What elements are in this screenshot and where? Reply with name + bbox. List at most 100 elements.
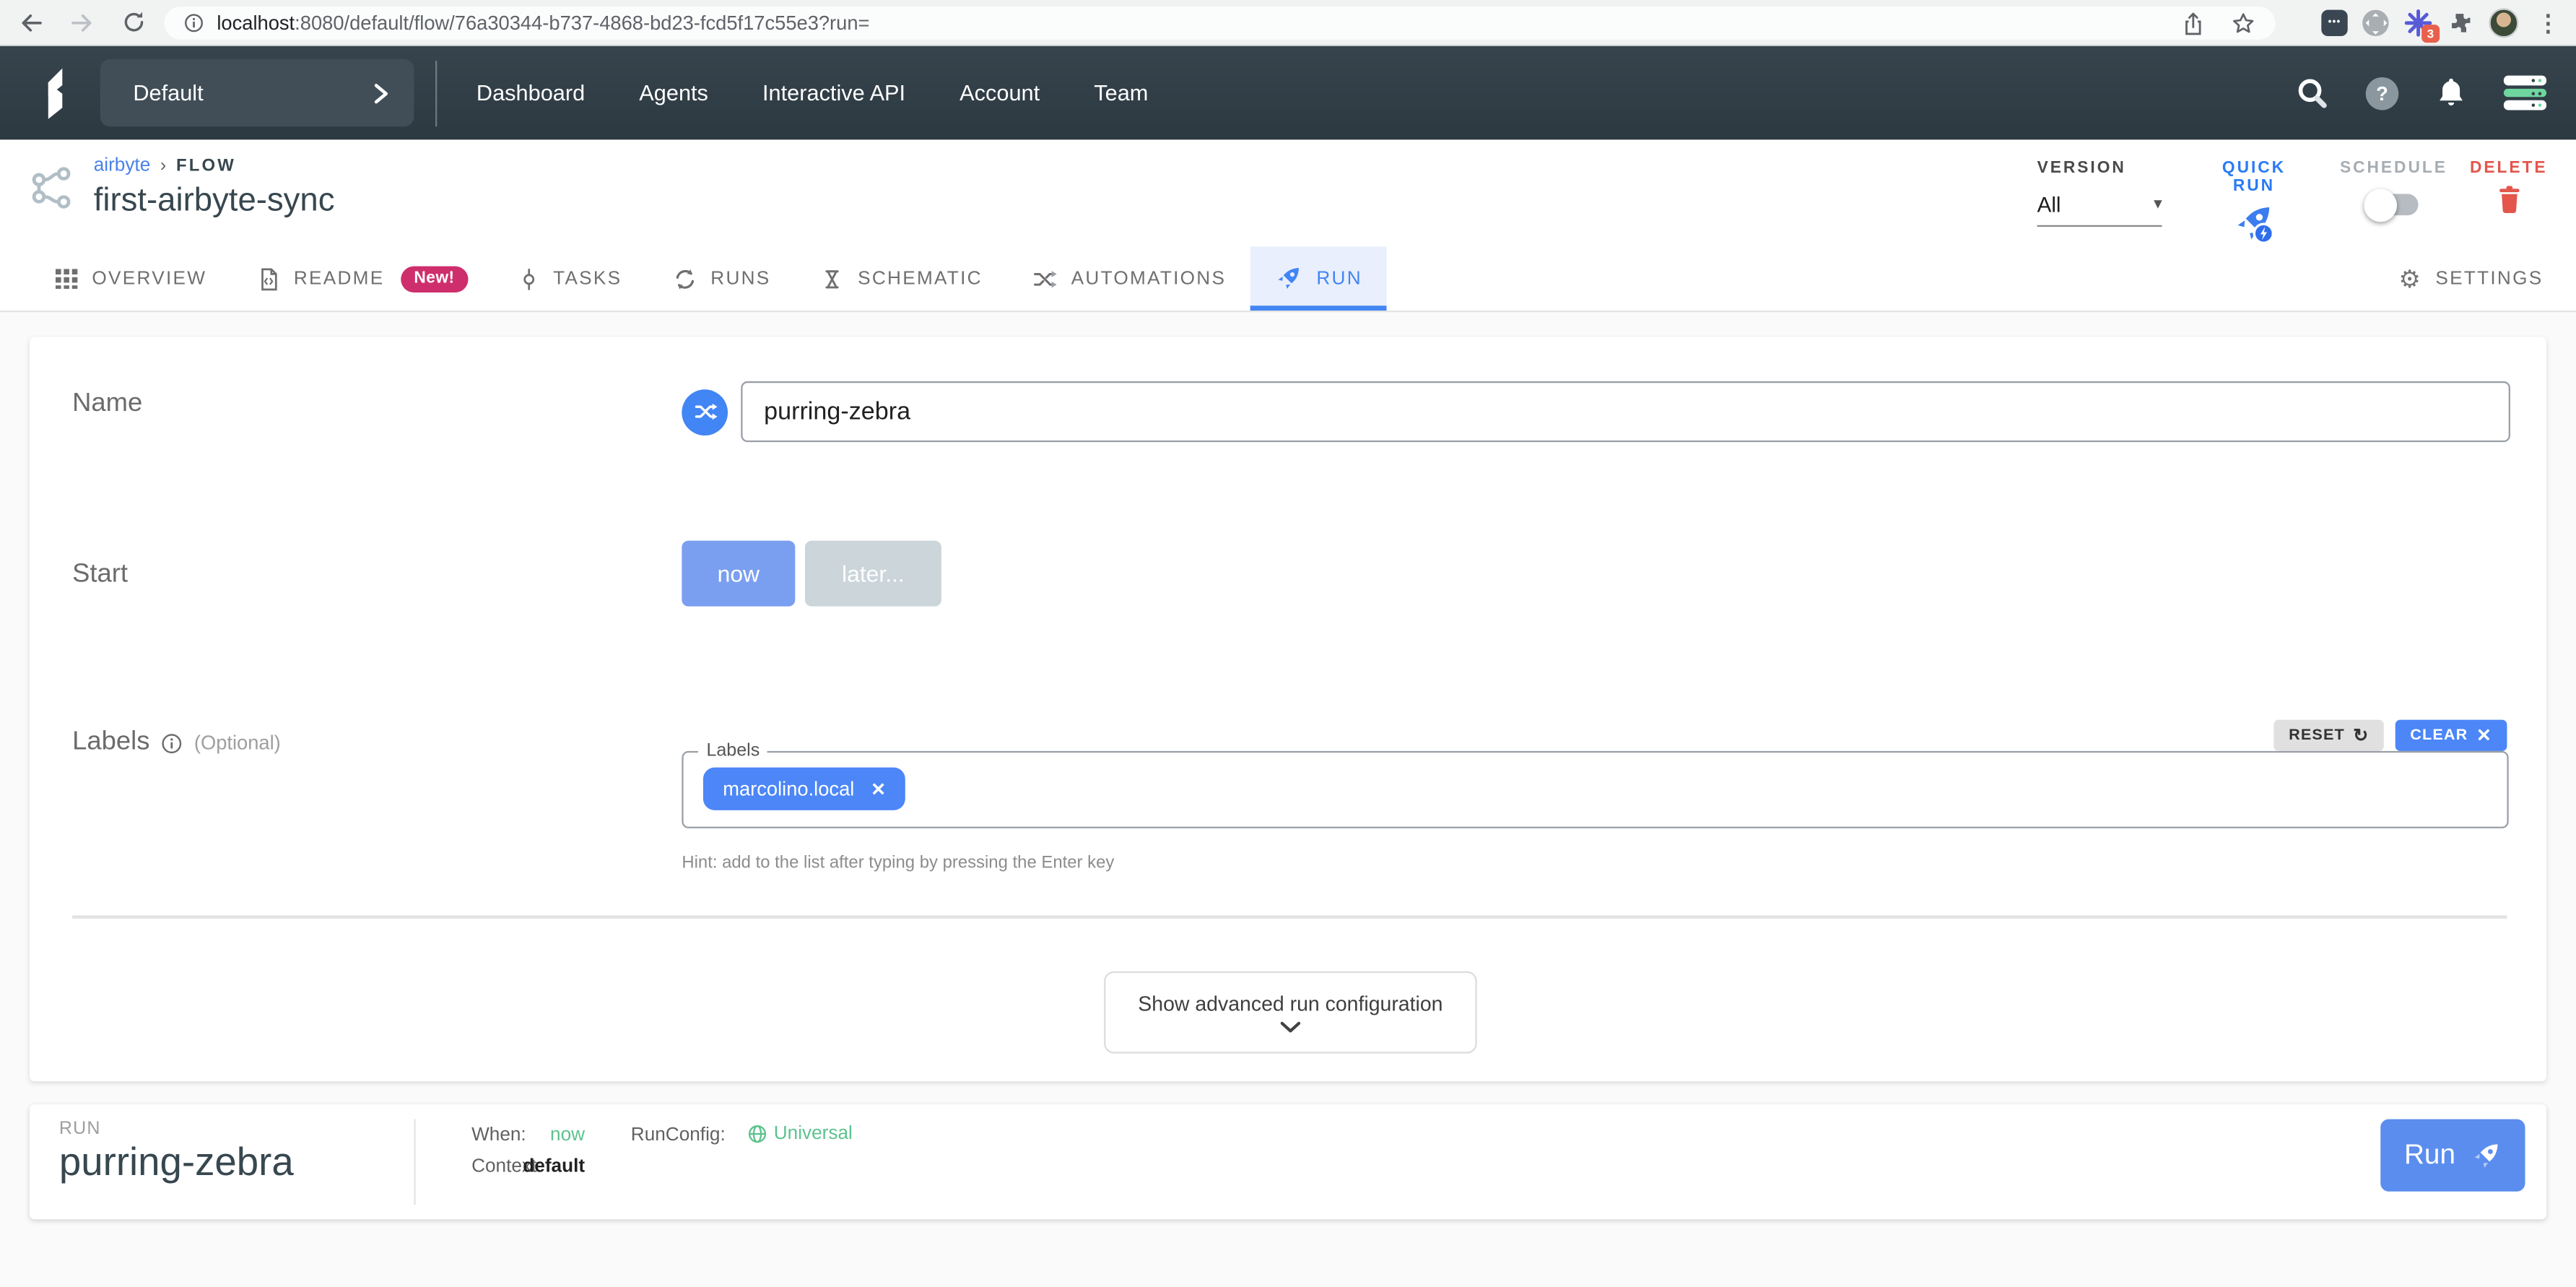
chevron-down-icon	[1280, 1020, 1302, 1033]
task-node-icon	[517, 265, 540, 291]
back-arrow-icon	[18, 9, 44, 35]
runconfig-value-wrap: Universal	[747, 1124, 852, 1143]
nav-links: Dashboard Agents Interactive API Account…	[477, 80, 1149, 105]
run-rocket-icon	[1275, 264, 1303, 292]
run-summary-bar: RUN purring-zebra When: now Context: def…	[30, 1104, 2546, 1219]
browser-extensions-area: ••• 3 ⋮	[2321, 0, 2563, 46]
nav-item-interactive-api[interactable]: Interactive API	[762, 80, 905, 105]
randomize-name-button[interactable]	[682, 389, 728, 435]
page-info-icon[interactable]	[184, 13, 204, 32]
tab-readme[interactable]: README New!	[231, 246, 492, 311]
start-later-button[interactable]: later...	[805, 541, 941, 607]
runs-cycle-icon	[671, 265, 697, 291]
labels-optional-label: (Optional)	[194, 732, 281, 755]
version-control: VERSION All ▾	[2037, 160, 2175, 227]
toggle-knob	[2364, 188, 2397, 222]
version-label: VERSION	[2037, 160, 2175, 178]
when-label: When:	[471, 1126, 526, 1145]
tab-automations[interactable]: AUTOMATIONS	[1007, 246, 1250, 311]
name-label: Name	[72, 389, 142, 419]
bookmark-star-icon[interactable]	[2231, 11, 2255, 35]
browser-reload-button[interactable]	[118, 7, 148, 37]
labels-hint: Hint: add to the list after typing by pr…	[682, 853, 1114, 872]
start-now-button[interactable]: now	[682, 541, 795, 607]
password-manager-extension-icon[interactable]: •••	[2321, 10, 2347, 36]
run-button-label: Run	[2404, 1139, 2455, 1172]
tab-tasks[interactable]: TASKS	[492, 246, 647, 311]
prefect-logo[interactable]	[40, 64, 74, 123]
share-icon[interactable]	[2182, 11, 2205, 35]
globe-icon	[747, 1124, 767, 1143]
show-advanced-label: Show advanced run configuration	[1138, 992, 1443, 1015]
nav-item-account[interactable]: Account	[960, 80, 1040, 105]
tab-overview[interactable]: OVERVIEW	[30, 246, 231, 311]
extension-badge: 3	[2421, 25, 2440, 43]
grid-icon	[54, 266, 79, 291]
browser-back-button[interactable]	[17, 7, 46, 37]
settings-label: SETTINGS	[2435, 269, 2543, 288]
app-window: localhost:8080/default/flow/76a30344-b73…	[0, 0, 2576, 1287]
server-bar	[2504, 76, 2546, 85]
address-bar[interactable]: localhost:8080/default/flow/76a30344-b73…	[165, 6, 2276, 40]
run-name-input[interactable]	[741, 381, 2510, 442]
tenant-name: Default	[133, 80, 203, 105]
search-icon[interactable]	[2295, 76, 2330, 110]
schedule-toggle[interactable]	[2369, 194, 2418, 216]
navigation-extension-icon[interactable]	[2362, 10, 2388, 36]
tab-schematic[interactable]: SCHEMATIC	[796, 246, 1007, 311]
when-value: now	[523, 1126, 585, 1145]
help-icon[interactable]: ?	[2366, 77, 2399, 110]
url-text: localhost:8080/default/flow/76a30344-b73…	[217, 12, 869, 35]
footer-divider	[414, 1119, 415, 1205]
tab-label: RUNS	[710, 269, 770, 288]
server-health-icon[interactable]	[2504, 76, 2546, 110]
tab-run[interactable]: RUN	[1250, 246, 1387, 311]
delete-control[interactable]: DELETE	[2469, 160, 2548, 224]
schedule-label: SCHEDULE	[2339, 160, 2447, 178]
trash-icon[interactable]	[2494, 184, 2523, 215]
chip-close-icon[interactable]: ✕	[871, 778, 886, 800]
tab-label: README	[294, 269, 385, 288]
version-select[interactable]: All ▾	[2037, 192, 2162, 227]
show-advanced-button[interactable]: Show advanced run configuration	[1104, 971, 1477, 1054]
info-icon[interactable]	[161, 732, 183, 754]
notifications-bell-icon[interactable]	[2434, 76, 2468, 110]
extensions-puzzle-icon[interactable]	[2448, 10, 2474, 36]
tenant-switcher[interactable]: Default	[100, 59, 414, 126]
nav-item-team[interactable]: Team	[1094, 80, 1148, 105]
schematic-icon	[820, 265, 845, 291]
new-badge: New!	[401, 265, 468, 291]
gear-icon: ⚙	[2398, 264, 2422, 293]
tab-runs[interactable]: RUNS	[647, 246, 796, 311]
browser-toolbar: localhost:8080/default/flow/76a30344-b73…	[0, 0, 2576, 46]
url-host: localhost	[217, 12, 295, 35]
run-button[interactable]: Run	[2380, 1119, 2525, 1192]
nav-item-dashboard[interactable]: Dashboard	[477, 80, 585, 105]
chevron-right-icon	[371, 82, 391, 105]
labels-field[interactable]: Labels marcolino.local ✕	[682, 741, 2508, 828]
delete-label: DELETE	[2469, 160, 2548, 178]
nav-item-agents[interactable]: Agents	[639, 80, 708, 105]
browser-profile-avatar[interactable]	[2489, 8, 2518, 38]
version-value: All	[2037, 192, 2061, 217]
flow-icon	[30, 165, 74, 209]
labels-legend: Labels	[698, 741, 768, 760]
flow-tabbar: OVERVIEW README New! TASKS RUNS SCHEMATI…	[0, 246, 2576, 312]
breadcrumb: airbyte › FLOW	[94, 156, 236, 176]
tab-label: SCHEMATIC	[858, 269, 983, 288]
nav-divider	[435, 60, 437, 126]
server-bar-active	[2504, 88, 2546, 98]
quick-run-rocket-icon[interactable]	[2232, 202, 2275, 245]
tab-settings[interactable]: ⚙ SETTINGS	[2383, 246, 2560, 311]
breadcrumb-project-link[interactable]: airbyte	[94, 156, 151, 176]
browser-forward-button[interactable]	[67, 7, 97, 37]
url-path: :8080/default/flow/76a30344-b737-4868-bd…	[295, 12, 869, 35]
automations-shuffle-icon	[1032, 265, 1058, 291]
context-value: default	[523, 1157, 585, 1176]
label-chip[interactable]: marcolino.local ✕	[703, 768, 905, 810]
starburst-extension-icon[interactable]: 3	[2403, 8, 2433, 38]
section-divider	[72, 915, 2507, 919]
browser-menu-icon[interactable]: ⋮	[2533, 9, 2563, 38]
tab-label: TASKS	[553, 269, 622, 288]
quick-run-control[interactable]: QUICK RUN	[2198, 160, 2310, 254]
